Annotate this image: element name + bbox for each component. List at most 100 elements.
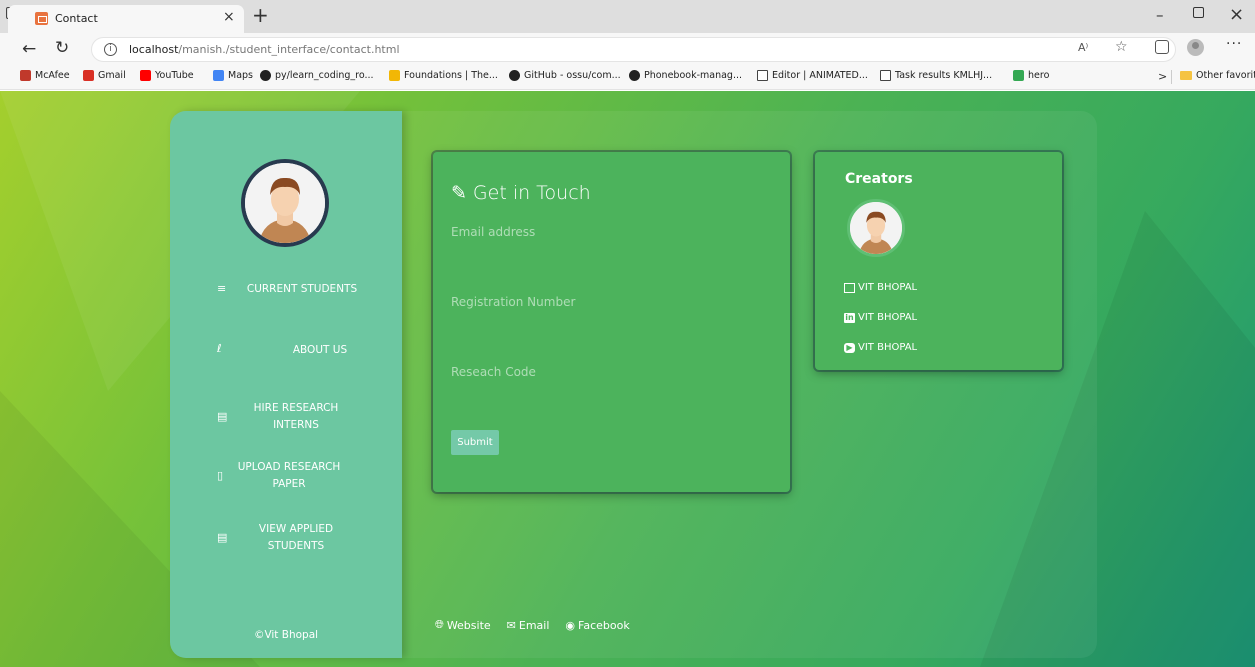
- creator-youtube-link[interactable]: ▶ VIT BHOPAL: [844, 342, 917, 353]
- favorite-item[interactable]: py/learn_coding_ro...: [260, 70, 374, 81]
- page-viewport: ≡ CURRENT STUDENTS ℓ ABOUT US ▤ HIRE RES…: [0, 91, 1255, 667]
- sidebar-item-label: CURRENT STUDENTS: [246, 283, 358, 295]
- add-favorite-icon[interactable]: ☆: [1115, 39, 1128, 55]
- address-bar: ← ↻ i localhost/manish./student_interfac…: [0, 33, 1255, 66]
- favorite-label: hero: [1028, 70, 1050, 81]
- favorite-item[interactable]: McAfee: [20, 70, 70, 81]
- user-avatar-icon: [245, 163, 325, 243]
- favorite-label: Editor | ANIMATED...: [772, 70, 868, 81]
- sidebar-item-hire-research-interns[interactable]: ▤ HIRE RESEARCH INTERNS: [170, 400, 402, 440]
- folder-icon: [1180, 71, 1192, 80]
- url-host: localhost: [129, 43, 179, 56]
- favorites-overflow-icon[interactable]: >: [1158, 70, 1167, 83]
- favorite-label: py/learn_coding_ro...: [275, 70, 374, 81]
- favorite-label: McAfee: [35, 70, 70, 81]
- favorite-item[interactable]: Gmail: [83, 70, 126, 81]
- favorite-item[interactable]: Task results KMLHJ...: [880, 70, 992, 81]
- sidebar-item-upload-research-paper[interactable]: ▯ UPLOAD RESEARCH PAPER: [170, 459, 402, 499]
- other-favorites-folder[interactable]: Other favorites: [1180, 70, 1255, 81]
- github-icon: [629, 70, 640, 81]
- foundations-icon: [389, 70, 400, 81]
- tab-favicon-icon: [35, 12, 48, 25]
- favorite-item[interactable]: Maps: [213, 70, 253, 81]
- registration-number-field[interactable]: [451, 290, 771, 314]
- pencil-icon: ✎: [451, 182, 467, 204]
- browser-tab-bar: Contact × + – ×: [0, 0, 1255, 33]
- reload-icon[interactable]: ↻: [55, 38, 69, 58]
- facebook-icon: ◉: [565, 618, 576, 632]
- favorite-label: Phonebook-manag...: [644, 70, 743, 81]
- footer-email-link[interactable]: ✉ Email: [507, 618, 550, 632]
- window-minimize-button[interactable]: –: [1156, 6, 1164, 24]
- google-icon: [213, 70, 224, 81]
- form-title: ✎ Get in Touch: [451, 182, 591, 204]
- list-icon: ≡: [217, 282, 227, 295]
- avatar: [847, 199, 905, 257]
- creator-linkedin-link[interactable]: in VIT BHOPAL: [844, 312, 917, 323]
- contact-form-card: ✎ Get in Touch Submit: [433, 152, 790, 492]
- creator-link-label: VIT BHOPAL: [858, 342, 918, 353]
- site-info-icon[interactable]: i: [104, 43, 117, 56]
- favorites-bar: > Other favorites McAfee Gmail YouTube Maps…: [0, 66, 1255, 90]
- more-options-icon[interactable]: ···: [1226, 36, 1242, 52]
- footer-facebook-link[interactable]: ◉ Facebook: [565, 618, 629, 632]
- favorite-label: Task results KMLHJ...: [895, 70, 993, 81]
- mail-icon: [844, 282, 855, 293]
- sidebar: ≡ CURRENT STUDENTS ℓ ABOUT US ▤ HIRE RES…: [170, 111, 402, 658]
- favorite-item[interactable]: YouTube: [140, 70, 194, 81]
- sidebar-item-label: ABOUT US: [292, 344, 348, 356]
- id-card-icon: ▤: [217, 410, 228, 423]
- new-tab-button[interactable]: +: [252, 5, 269, 25]
- window-close-button[interactable]: ×: [1229, 4, 1244, 25]
- youtube-icon: ▶: [844, 342, 855, 353]
- sidebar-item-current-students[interactable]: ≡ CURRENT STUDENTS: [170, 279, 402, 319]
- other-favorites-label: Other favorites: [1196, 70, 1255, 81]
- creators-card: Creators VIT BHOPAL in VIT BHOPAL ▶ VIT …: [815, 152, 1062, 370]
- sidebar-copyright: ©Vit Bhopal: [253, 629, 319, 641]
- favorite-item[interactable]: hero: [1013, 70, 1049, 81]
- research-code-field[interactable]: [451, 360, 771, 384]
- favorite-label: Foundations | The...: [404, 70, 498, 81]
- favorites-divider: [1171, 70, 1172, 84]
- sidebar-item-label: HIRE RESEARCH INTERNS: [253, 402, 339, 431]
- mail-icon: ✉: [506, 618, 516, 632]
- youtube-icon: [140, 70, 151, 81]
- github-icon: [509, 70, 520, 81]
- footer-email-label: Email: [518, 618, 550, 632]
- footer-website-link[interactable]: 🌐︎ Website: [435, 618, 491, 632]
- page-icon: [757, 70, 768, 81]
- favorite-label: GitHub - ossu/com...: [524, 70, 621, 81]
- footer-links: 🌐︎ Website ✉ Email ◉ Facebook: [435, 618, 630, 632]
- avatar: [241, 159, 329, 247]
- profile-avatar-icon[interactable]: [1187, 39, 1204, 56]
- email-field[interactable]: [451, 220, 771, 244]
- sidebar-item-view-applied-students[interactable]: ▤ VIEW APPLIED STUDENTS: [170, 521, 402, 561]
- read-aloud-icon[interactable]: A⁾: [1078, 41, 1088, 54]
- url-path: /manish./student_interface/contact.html: [178, 43, 400, 56]
- submit-button[interactable]: Submit: [451, 430, 499, 455]
- favorite-label: Maps: [228, 70, 253, 81]
- form-title-text: Get in Touch: [472, 182, 591, 204]
- file-icon: ▯: [217, 469, 224, 482]
- tab-close-icon[interactable]: ×: [223, 9, 235, 25]
- creator-link-label: VIT BHOPAL: [858, 312, 918, 323]
- globe-icon: 🌐︎: [435, 618, 444, 631]
- window-maximize-button[interactable]: [1193, 7, 1204, 18]
- creators-title: Creators: [845, 171, 913, 187]
- url-input[interactable]: i localhost/manish./student_interface/co…: [91, 37, 1176, 62]
- favorite-item[interactable]: Foundations | The...: [389, 70, 498, 81]
- browser-tab-contact[interactable]: Contact ×: [8, 5, 244, 33]
- footer-facebook-label: Facebook: [578, 618, 630, 632]
- creator-email-link[interactable]: VIT BHOPAL: [844, 282, 917, 293]
- user-avatar-icon: [850, 202, 902, 254]
- gmail-icon: [83, 70, 94, 81]
- favorite-item[interactable]: GitHub - ossu/com...: [509, 70, 621, 81]
- collections-icon[interactable]: [1155, 40, 1169, 54]
- info-icon: ℓ: [217, 342, 222, 355]
- favorite-item[interactable]: Phonebook-manag...: [629, 70, 742, 81]
- favorite-item[interactable]: Editor | ANIMATED...: [757, 70, 868, 81]
- sidebar-item-about-us[interactable]: ℓ ABOUT US: [170, 339, 402, 379]
- back-arrow-icon[interactable]: ←: [22, 39, 36, 59]
- favorite-label: Gmail: [98, 70, 126, 81]
- url-text: localhost/manish./student_interface/cont…: [129, 43, 400, 56]
